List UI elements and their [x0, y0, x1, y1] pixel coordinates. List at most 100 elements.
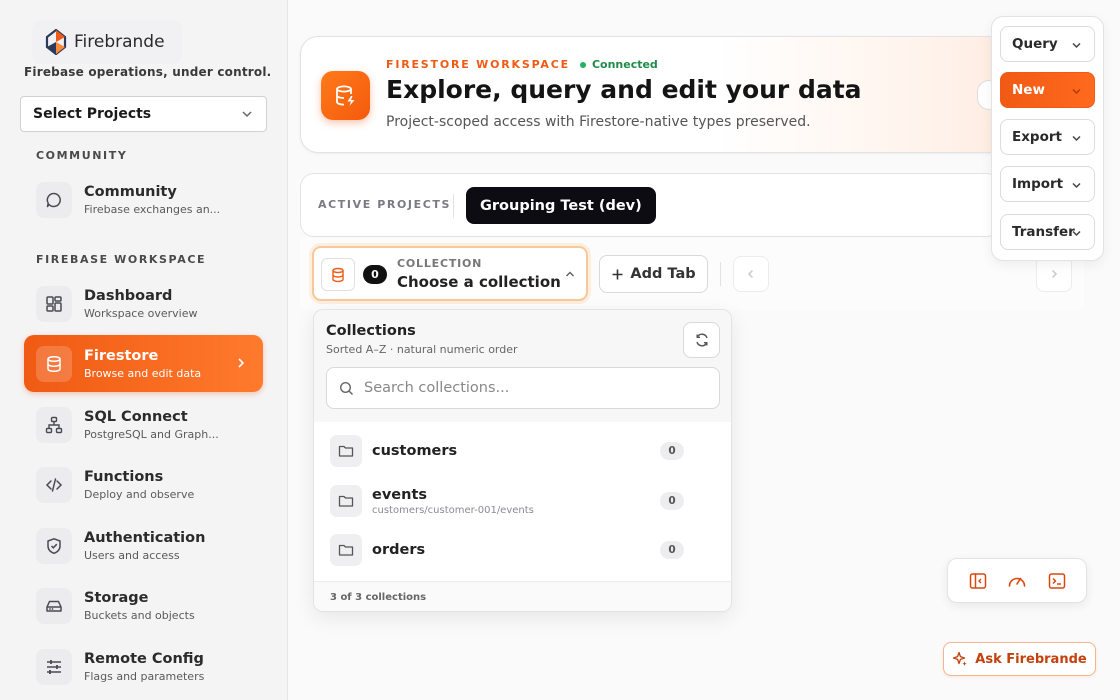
collection-count: 0 — [660, 492, 684, 510]
sidebar-item-title: Dashboard — [84, 287, 173, 304]
new-button[interactable]: New — [1000, 72, 1095, 108]
section-label-workspace: FIREBASE WORKSPACE — [36, 253, 207, 266]
search-icon — [339, 381, 354, 396]
new-label: New — [1012, 82, 1045, 98]
gauge-icon — [1007, 572, 1027, 590]
collections-count-text: 3 of 3 collections — [330, 592, 427, 603]
code-icon — [36, 466, 72, 503]
sidebar-item-desc: Deploy and observe — [84, 487, 195, 501]
database-bolt-icon — [321, 71, 370, 120]
workspace-hero: FIRESTORE WORKSPACE Connected Explore, q… — [300, 36, 1060, 153]
import-button[interactable]: Import — [1000, 166, 1095, 202]
collection-value: Choose a collection — [397, 273, 561, 291]
tab-grouping-test-dev[interactable]: Grouping Test (dev) — [466, 187, 656, 224]
scroll-right-button[interactable] — [1036, 256, 1072, 292]
sidebar-item-firestore[interactable]: Firestore Browse and edit data — [24, 335, 263, 392]
query-button[interactable]: Query — [1000, 26, 1095, 62]
performance-button[interactable] — [1007, 572, 1027, 590]
page-subtitle: Project-scoped access with Firestore-nat… — [386, 114, 811, 130]
collections-subtitle: Sorted A–Z · natural numeric order — [326, 343, 518, 356]
active-projects-label: ACTIVE PROJECTS — [318, 198, 452, 211]
ask-firebrande-button[interactable]: Ask Firebrande — [943, 642, 1096, 676]
sidebar-item-desc: Firebase exchanges an... — [84, 202, 221, 216]
add-tab-button[interactable]: Add Tab — [599, 255, 708, 293]
query-label: Query — [1012, 36, 1058, 52]
terminal-icon — [1048, 572, 1066, 590]
sidebar-item-functions[interactable]: Functions Deploy and observe — [24, 456, 263, 513]
collection-name: events — [372, 486, 428, 503]
chevron-up-icon — [564, 268, 576, 280]
sidebar-item-desc: Buckets and objects — [84, 608, 195, 622]
sidebar-item-title: Community — [84, 183, 177, 200]
transfer-button[interactable]: Transfer — [1000, 214, 1095, 250]
dashboard-icon — [36, 285, 72, 322]
chevron-down-icon — [1071, 228, 1082, 239]
collection-count: 0 — [660, 442, 684, 460]
sidebar-item-storage[interactable]: Storage Buckets and objects — [24, 577, 263, 634]
transfer-label: Transfer — [1012, 224, 1075, 240]
sidebar-item-title: Authentication — [84, 529, 206, 546]
collection-name: orders — [372, 542, 426, 558]
export-button[interactable]: Export — [1000, 119, 1095, 155]
collection-item-orders[interactable]: orders 0 — [330, 530, 716, 570]
collection-count: 0 — [660, 541, 684, 559]
chevron-left-icon — [745, 268, 757, 280]
sidebar-item-desc: Workspace overview — [84, 306, 198, 320]
collection-path: customers/customer-001/events — [372, 504, 534, 516]
chevron-down-icon — [1071, 40, 1082, 51]
sidebar-item-desc: Users and access — [84, 548, 180, 562]
collection-item-customers[interactable]: customers 0 — [330, 431, 716, 471]
scroll-left-button[interactable] — [733, 256, 769, 292]
storage-icon — [36, 587, 72, 624]
collection-selector[interactable]: 0 COLLECTION Choose a collection — [312, 246, 588, 301]
sidebar-item-desc: Flags and parameters — [84, 669, 205, 683]
sidebar-item-desc: Browse and edit data — [84, 366, 202, 380]
divider — [453, 194, 454, 218]
collections-title: Collections — [326, 323, 416, 339]
sidebar-item-sql-connect[interactable]: SQL Connect PostgreSQL and Graph... — [24, 396, 263, 453]
shield-icon — [36, 527, 72, 564]
folder-icon — [330, 435, 362, 467]
panel-toggle-button[interactable] — [969, 572, 987, 590]
sidebar-item-dashboard[interactable]: Dashboard Workspace overview — [24, 275, 263, 332]
sidebar-item-desc: PostgreSQL and Graph... — [84, 427, 219, 441]
search-field[interactable] — [326, 367, 720, 409]
sidebar-item-title: SQL Connect — [84, 408, 188, 425]
export-label: Export — [1012, 129, 1062, 145]
sidebar-panel-icon — [969, 572, 987, 590]
sidebar: Firebrande Firebase operations, under co… — [0, 0, 288, 700]
sidebar-item-title: Functions — [84, 468, 164, 485]
project-select-label: Select Projects — [33, 106, 152, 122]
brand-name: Firebrande — [74, 32, 165, 52]
chevron-down-icon — [1071, 86, 1082, 97]
sitemap-icon — [36, 406, 72, 443]
sidebar-item-authentication[interactable]: Authentication Users and access — [24, 517, 263, 574]
sidebar-item-community[interactable]: Community Firebase exchanges an... — [24, 171, 263, 228]
collection-count-badge: 0 — [363, 265, 387, 284]
hero-kicker: FIRESTORE WORKSPACE — [386, 58, 570, 71]
brand-tagline: Firebase operations, under control. — [24, 65, 272, 79]
import-label: Import — [1012, 176, 1064, 192]
refresh-icon — [694, 332, 710, 348]
ask-label: Ask Firebrande — [975, 651, 1087, 667]
connection-status: Connected — [591, 58, 658, 71]
terminal-button[interactable] — [1048, 572, 1066, 590]
folder-icon — [330, 534, 362, 566]
actions-menu: Query New Export Import Transfer — [991, 16, 1104, 261]
brand-logo[interactable]: Firebrande — [32, 20, 182, 64]
chevron-down-icon — [240, 107, 254, 121]
sidebar-item-remote-config[interactable]: Remote Config Flags and parameters — [24, 638, 263, 695]
chat-bubble-icon — [36, 181, 72, 218]
chevron-down-icon — [1071, 133, 1082, 144]
project-select[interactable]: Select Projects — [20, 96, 267, 132]
refresh-button[interactable] — [683, 322, 720, 358]
database-icon — [321, 258, 355, 291]
status-dot — [579, 61, 586, 68]
chevron-right-icon — [1048, 268, 1060, 280]
collections-dropdown: Collections Sorted A–Z · natural numeric… — [313, 309, 732, 612]
collection-item-events[interactable]: events customers/customer-001/events 0 — [330, 481, 716, 521]
collection-label: COLLECTION — [397, 257, 483, 270]
chevron-down-icon — [1071, 180, 1082, 191]
firebrande-logo-icon — [44, 29, 68, 55]
search-input[interactable] — [364, 380, 684, 396]
